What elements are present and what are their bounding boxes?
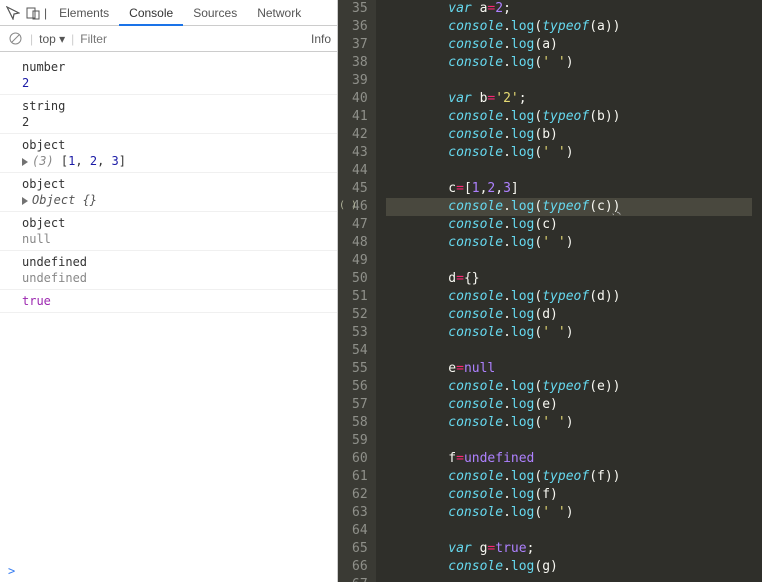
line-number: 52 xyxy=(352,306,368,324)
code-line[interactable] xyxy=(386,432,752,450)
line-number: 57 xyxy=(352,396,368,414)
clear-console-icon[interactable] xyxy=(6,30,24,48)
code-line[interactable]: console.log(typeof(c)) xyxy=(386,198,752,216)
tab-console[interactable]: Console xyxy=(119,2,183,26)
code-line[interactable]: console.log(b) xyxy=(386,126,752,144)
line-number: 65 xyxy=(352,540,368,558)
code-line[interactable] xyxy=(386,72,752,90)
code-line[interactable]: console.log(f) xyxy=(386,486,752,504)
chevron-right-icon xyxy=(22,197,28,205)
code-line[interactable]: var g=true; xyxy=(386,540,752,558)
code-line[interactable]: console.log(' ') xyxy=(386,504,752,522)
line-number: 50 xyxy=(352,270,368,288)
line-number: 48 xyxy=(352,234,368,252)
code-line[interactable]: console.log(g) xyxy=(386,558,752,576)
line-number: 66 xyxy=(352,558,368,576)
line-number: 67 xyxy=(352,576,368,582)
device-toggle-icon[interactable] xyxy=(24,4,42,22)
inspect-icon[interactable] xyxy=(4,4,22,22)
code-line[interactable]: var a=2; xyxy=(386,0,752,18)
console-log-entry: string2 xyxy=(0,95,337,134)
line-number: 36 xyxy=(352,18,368,36)
code-line[interactable]: console.log(typeof(d)) xyxy=(386,288,752,306)
code-area[interactable]: var a=2; console.log(typeof(a)) console.… xyxy=(376,0,762,582)
line-number: 60 xyxy=(352,450,368,468)
console-prompt[interactable]: > xyxy=(0,560,337,582)
expand-toggle[interactable]: Object {} xyxy=(22,192,329,208)
console-log-entry: object(3) [1, 2, 3] xyxy=(0,134,337,173)
tab-elements[interactable]: Elements xyxy=(49,2,119,24)
line-number: 47 xyxy=(352,216,368,234)
code-editor[interactable]: 353637383940414243444546( )4748495051525… xyxy=(338,0,762,582)
code-line[interactable]: console.log(e) xyxy=(386,396,752,414)
line-number: 49 xyxy=(352,252,368,270)
line-number: 54 xyxy=(352,342,368,360)
console-log-entry: objectObject {} xyxy=(0,173,337,212)
tab-network[interactable]: Network xyxy=(247,2,311,24)
code-line[interactable] xyxy=(386,252,752,270)
line-number: 63 xyxy=(352,504,368,522)
line-number: 53 xyxy=(352,324,368,342)
console-log-entry: undefinedundefined xyxy=(0,251,337,290)
line-number: 58 xyxy=(352,414,368,432)
code-line[interactable]: console.log(' ') xyxy=(386,144,752,162)
line-gutter: 353637383940414243444546( )4748495051525… xyxy=(338,0,376,582)
code-line[interactable] xyxy=(386,576,752,582)
line-number: 40 xyxy=(352,90,368,108)
code-line[interactable]: var b='2'; xyxy=(386,90,752,108)
line-number: 37 xyxy=(352,36,368,54)
line-number: 51 xyxy=(352,288,368,306)
devtools-panel: | ElementsConsoleSourcesNetwork | top ▾ … xyxy=(0,0,338,582)
chevron-right-icon xyxy=(22,158,28,166)
code-line[interactable]: console.log(' ') xyxy=(386,54,752,72)
code-line[interactable]: d={} xyxy=(386,270,752,288)
console-log-entry: objectnull xyxy=(0,212,337,251)
console-toolbar: | top ▾ | Info xyxy=(0,26,337,52)
line-number: 38 xyxy=(352,54,368,72)
separator: | xyxy=(30,32,33,46)
code-line[interactable]: console.log(' ') xyxy=(386,324,752,342)
code-line[interactable]: console.log(d) xyxy=(386,306,752,324)
expand-toggle[interactable]: (3) [1, 2, 3] xyxy=(22,153,329,169)
console-log-entry: true xyxy=(0,290,337,313)
line-number: 39 xyxy=(352,72,368,90)
loglevel-label[interactable]: Info xyxy=(311,32,331,46)
code-line[interactable]: console.log(typeof(f)) xyxy=(386,468,752,486)
code-line[interactable]: console.log(typeof(e)) xyxy=(386,378,752,396)
console-output[interactable]: number2string2object(3) [1, 2, 3]objectO… xyxy=(0,52,337,560)
breakpoint-marker-icon[interactable]: ( ) xyxy=(339,200,357,211)
code-line[interactable] xyxy=(386,342,752,360)
line-number: 45 xyxy=(352,180,368,198)
code-line[interactable]: console.log(c) xyxy=(386,216,752,234)
line-number: 43 xyxy=(352,144,368,162)
code-line[interactable]: console.log(' ') xyxy=(386,234,752,252)
line-number: 42 xyxy=(352,126,368,144)
tab-sources[interactable]: Sources xyxy=(183,2,247,24)
line-number: 61 xyxy=(352,468,368,486)
code-line[interactable] xyxy=(386,522,752,540)
code-line[interactable] xyxy=(386,162,752,180)
line-number: 64 xyxy=(352,522,368,540)
line-number: 44 xyxy=(352,162,368,180)
code-line[interactable]: console.log(typeof(a)) xyxy=(386,18,752,36)
line-number: 56 xyxy=(352,378,368,396)
code-line[interactable]: f=undefined xyxy=(386,450,752,468)
code-line[interactable]: c=[1,2,3] xyxy=(386,180,752,198)
line-number: 55 xyxy=(352,360,368,378)
line-number: 62 xyxy=(352,486,368,504)
code-line[interactable]: e=null xyxy=(386,360,752,378)
separator: | xyxy=(71,32,74,46)
separator: | xyxy=(44,6,47,20)
code-line[interactable]: console.log(typeof(b)) xyxy=(386,108,752,126)
devtools-tabbar: | ElementsConsoleSourcesNetwork xyxy=(0,0,337,26)
console-log-entry: number2 xyxy=(0,56,337,95)
code-line[interactable]: console.log(' ') xyxy=(386,414,752,432)
line-number: 59 xyxy=(352,432,368,450)
filter-input[interactable] xyxy=(80,32,220,46)
line-number: 41 xyxy=(352,108,368,126)
line-number: 35 xyxy=(352,0,368,18)
code-line[interactable]: console.log(a) xyxy=(386,36,752,54)
context-selector[interactable]: top ▾ xyxy=(39,32,65,46)
